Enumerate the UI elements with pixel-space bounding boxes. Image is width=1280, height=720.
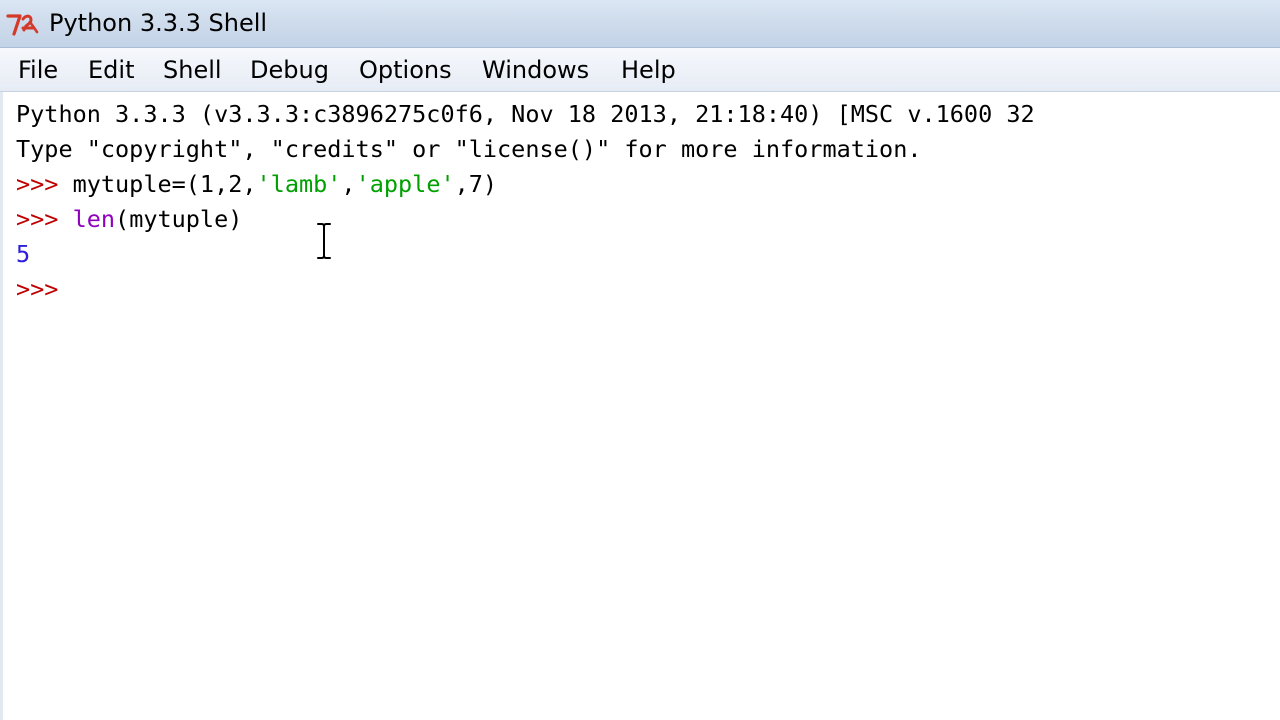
- code-text: ,: [341, 170, 356, 198]
- menu-edit[interactable]: Edit: [88, 54, 134, 86]
- menu-windows[interactable]: Windows: [482, 54, 589, 86]
- current-prompt[interactable]: >>>: [16, 272, 58, 307]
- shell-prompt: >>>: [16, 205, 73, 233]
- code-text: mytuple=(1,2,: [72, 170, 257, 198]
- banner-info-line: Type "copyright", "credits" or "license(…: [16, 135, 922, 163]
- code-text: (mytuple): [115, 205, 243, 233]
- idle-shell-window: Python 3.3.3 Shell File Edit Shell Debug…: [0, 0, 1280, 720]
- window-title: Python 3.3.3 Shell: [49, 9, 268, 37]
- shell-prompt: >>>: [16, 170, 73, 198]
- title-bar[interactable]: Python 3.3.3 Shell: [0, 0, 1280, 48]
- menu-debug[interactable]: Debug: [250, 54, 329, 86]
- idle-python-icon: [6, 14, 39, 36]
- ibeam-cursor-icon: [316, 222, 332, 260]
- banner-version-line: Python 3.3.3 (v3.3.3:c3896275c0f6, Nov 1…: [16, 100, 1035, 128]
- input-line-2: >>> len(mytuple): [16, 202, 242, 237]
- input-line-1: >>> mytuple=(1,2,'lamb','apple',7): [16, 167, 497, 202]
- builtin-function: len: [72, 205, 116, 233]
- menu-options[interactable]: Options: [359, 54, 452, 86]
- menu-shell[interactable]: Shell: [163, 54, 222, 86]
- menu-help[interactable]: Help: [621, 54, 676, 86]
- menu-file[interactable]: File: [18, 54, 58, 86]
- code-text: ,7): [454, 170, 498, 198]
- string-literal: 'apple': [355, 170, 455, 198]
- menu-bar: File Edit Shell Debug Options Windows He…: [0, 48, 1280, 92]
- output-line: 5: [16, 240, 31, 268]
- shell-text-area[interactable]: Python 3.3.3 (v3.3.3:c3896275c0f6, Nov 1…: [0, 92, 1280, 720]
- string-literal: 'lamb': [256, 170, 342, 198]
